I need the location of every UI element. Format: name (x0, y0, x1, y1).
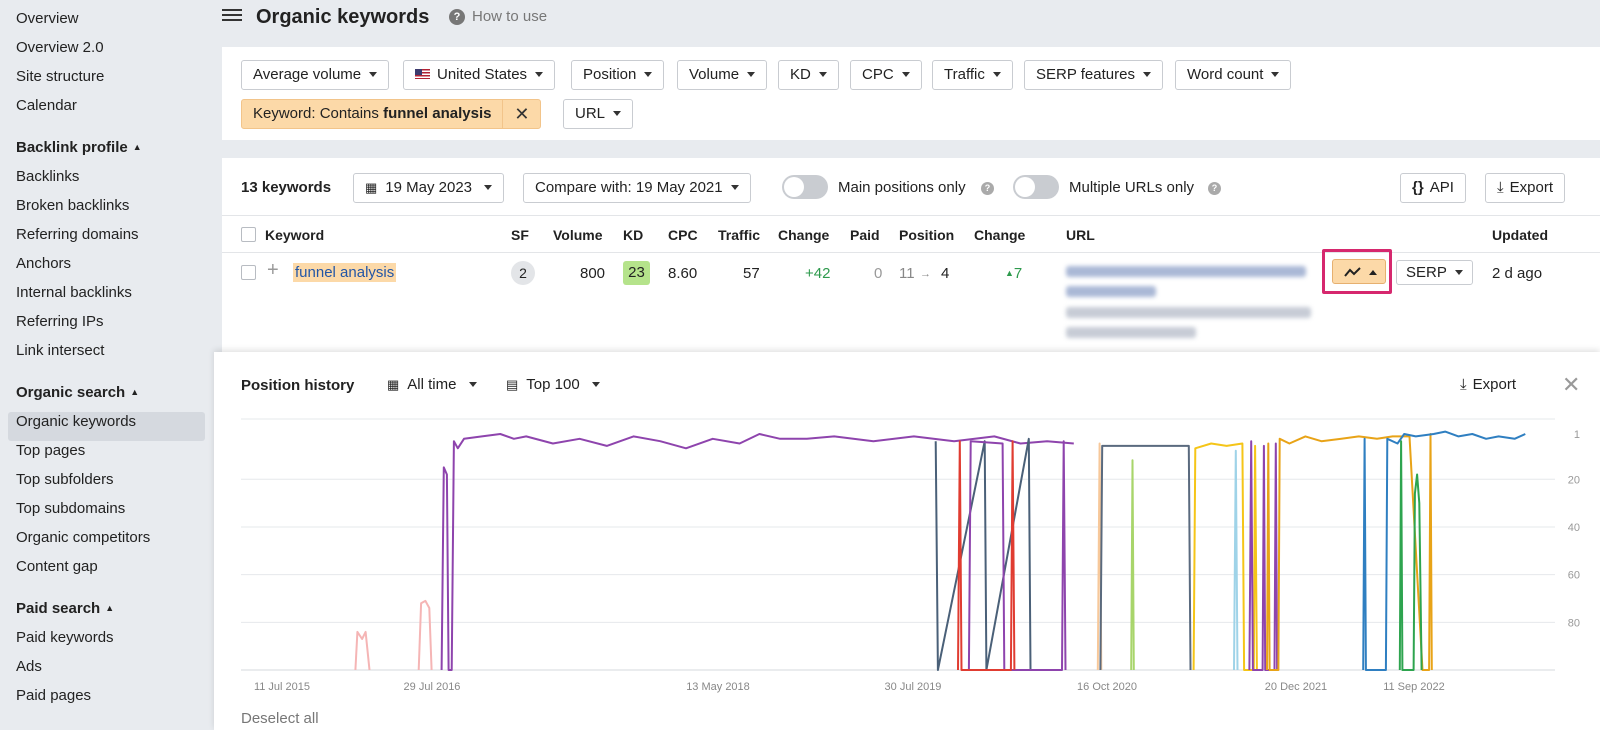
chart-x-tick-label: 13 May 2018 (686, 681, 750, 693)
position-history-chart[interactable]: 1 20 40 60 80 11 Jul 2015 29 Jul 2016 13 May 20… (0, 0, 1600, 730)
chart-x-tick-label: 20 Dec 2021 (1265, 681, 1327, 693)
chart-series-line (1233, 449, 1239, 671)
chart-series-line (354, 630, 371, 671)
chart-y-tick-label: 60 (1568, 570, 1580, 582)
chart-series-line (417, 599, 433, 671)
chart-x-tick-label: 11 Sep 2022 (1383, 681, 1445, 693)
chart-series-line (1130, 459, 1135, 671)
deselect-all-link[interactable]: Deselect all (241, 710, 319, 727)
chart-series-line (1266, 433, 1433, 671)
chart-y-tick-label: 1 (1574, 429, 1580, 441)
chart-series-line (934, 437, 1032, 671)
chart-series-line (967, 440, 1067, 671)
chart-series-line (1192, 442, 1258, 671)
chart-x-tick-label: 30 Jul 2019 (885, 681, 942, 693)
chart-y-tick-label: 20 (1568, 474, 1580, 486)
chart-y-tick-label: 40 (1568, 522, 1580, 534)
chart-x-tick-label: 29 Jul 2016 (404, 681, 461, 693)
chart-x-tick-label: 16 Oct 2020 (1077, 681, 1137, 693)
chart-y-tick-label: 80 (1568, 617, 1580, 629)
chart-series-line (1362, 430, 1526, 671)
chart-x-tick-label: 11 Jul 2015 (254, 681, 310, 693)
